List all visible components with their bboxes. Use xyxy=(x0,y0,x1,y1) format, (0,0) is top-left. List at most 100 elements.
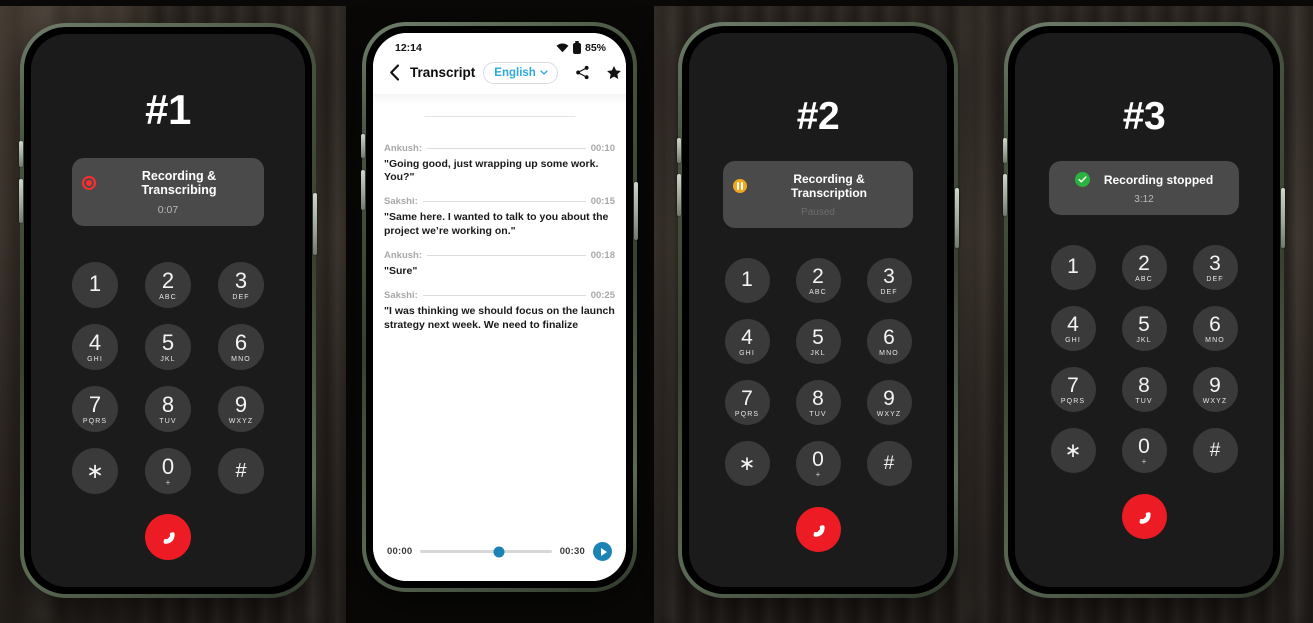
share-button[interactable] xyxy=(575,65,590,80)
play-icon xyxy=(600,547,607,556)
power-button[interactable] xyxy=(634,182,638,240)
power-button[interactable] xyxy=(1281,188,1285,248)
keypad-key[interactable]: 2 ABC xyxy=(145,262,191,308)
end-call-button[interactable] xyxy=(145,514,191,560)
key-letters: DEF xyxy=(232,293,250,301)
keypad-key[interactable]: 6 MNO xyxy=(218,324,264,370)
share-icon xyxy=(576,66,589,80)
keypad-key[interactable]: 1 xyxy=(724,258,770,303)
keypad-key[interactable]: 7 PQRS xyxy=(1050,367,1096,412)
keypad-key[interactable]: 8 TUV xyxy=(145,386,191,432)
recording-status-card-3: Recording & Transcription Paused xyxy=(723,161,913,228)
keypad-key[interactable]: # xyxy=(1192,428,1238,473)
back-button[interactable] xyxy=(385,64,402,81)
keypad-key[interactable]: 9 WXYZ xyxy=(1192,367,1238,412)
end-call-icon xyxy=(813,524,825,537)
keypad-key[interactable]: # xyxy=(218,448,264,494)
keypad-key[interactable]: 8 TUV xyxy=(795,380,841,425)
key-digit: 2 xyxy=(812,264,824,288)
keypad-key[interactable]: 1 xyxy=(1050,245,1096,290)
keypad-key[interactable]: ∗ xyxy=(1050,428,1096,473)
key-letters: + xyxy=(815,469,821,479)
transcript-text: "Sure" xyxy=(384,264,418,277)
keypad-key[interactable]: 9 WXYZ xyxy=(218,386,264,432)
end-call-button[interactable] xyxy=(795,507,841,552)
keypad-key[interactable]: 0 + xyxy=(795,441,841,486)
volume-up-button[interactable] xyxy=(1003,138,1007,163)
keypad-key[interactable]: 0 + xyxy=(1121,428,1167,473)
recording-status-row-1: Recording & Transcribing xyxy=(82,169,254,197)
key-digit: 1 xyxy=(88,271,102,296)
star-icon xyxy=(606,65,621,79)
phone-device-3: #2 Recording & Transcription Paused 1 2 … xyxy=(677,22,959,598)
end-call-icon xyxy=(1139,511,1151,524)
keypad-key[interactable]: 4 GHI xyxy=(72,324,118,370)
chevron-down-icon xyxy=(540,70,548,75)
keypad-key[interactable]: 8 TUV xyxy=(1121,367,1167,412)
keypad-key[interactable]: 2 ABC xyxy=(795,258,841,303)
phone-device-4: #3 Recording stopped 3:12 1 2 ABC 3 DEF … xyxy=(1003,22,1285,598)
keypad-key[interactable]: 1 xyxy=(72,262,118,308)
keypad-key[interactable]: 6 MNO xyxy=(866,319,912,364)
power-button[interactable] xyxy=(955,188,959,248)
keypad-key[interactable]: 9 WXYZ xyxy=(866,380,912,425)
power-button[interactable] xyxy=(313,193,317,255)
volume-down-button[interactable] xyxy=(677,174,681,216)
meta-rule xyxy=(427,147,586,149)
speaker-name: Sakshi: xyxy=(384,196,418,208)
transcript-entry: Sakshi: 00:15 "Same here. I wanted to ta… xyxy=(384,196,615,239)
status-bar-indicators: 85% xyxy=(556,42,606,54)
keypad-key[interactable]: 7 PQRS xyxy=(724,380,770,425)
keypad-key[interactable]: 0 + xyxy=(145,448,191,494)
volume-up-button[interactable] xyxy=(19,141,23,167)
end-call-button[interactable] xyxy=(1121,494,1167,539)
volume-down-button[interactable] xyxy=(1003,174,1007,216)
key-digit: 0 xyxy=(1138,434,1150,458)
volume-down-button[interactable] xyxy=(19,179,23,223)
key-digit: 4 xyxy=(1067,312,1079,336)
recording-status-card-1: Recording & Transcribing 0:07 xyxy=(72,158,264,226)
check-circle-icon xyxy=(1074,172,1090,187)
player-slider-thumb[interactable] xyxy=(493,546,505,557)
key-letters: MNO xyxy=(879,349,899,357)
keypad-key[interactable]: 4 GHI xyxy=(1050,306,1096,351)
keypad-key[interactable]: # xyxy=(866,441,912,486)
keypad-key[interactable]: 3 DEF xyxy=(866,258,912,303)
key-letters: MNO xyxy=(1205,336,1225,344)
status-bar: 12:14 85% xyxy=(373,33,626,56)
keypad-key[interactable]: 5 JKL xyxy=(795,319,841,364)
dialer-screen-3: #2 Recording & Transcription Paused 1 2 … xyxy=(689,33,947,587)
keypad-key[interactable]: 5 JKL xyxy=(145,324,191,370)
keypad-key[interactable]: 7 PQRS xyxy=(72,386,118,432)
transcript-screen: 12:14 85% Transcript English Ankush: 00:… xyxy=(373,33,626,581)
wifi-icon xyxy=(556,43,569,53)
keypad-3: 1 2 ABC 3 DEF 4 GHI 5 JKL 6 MNO 7 PQRS 8… xyxy=(724,258,912,486)
keypad-key[interactable]: 3 DEF xyxy=(1192,245,1238,290)
key-digit: 8 xyxy=(161,391,175,417)
timestamp: 00:10 xyxy=(590,142,615,154)
key-digit: 9 xyxy=(883,386,895,410)
favorite-button[interactable] xyxy=(606,65,622,81)
keypad-key[interactable]: 2 ABC xyxy=(1121,245,1167,290)
transcript-entry-meta: Ankush: 00:18 xyxy=(384,250,615,261)
volume-up-button[interactable] xyxy=(361,134,365,158)
volume-down-button[interactable] xyxy=(361,170,365,210)
dialer-screen-1: #1 Recording & Transcribing 0:07 1 2 ABC… xyxy=(31,34,305,587)
language-selector[interactable]: English xyxy=(483,62,558,84)
keypad-key[interactable]: 6 MNO xyxy=(1192,306,1238,351)
keypad-key[interactable]: 3 DEF xyxy=(218,262,264,308)
keypad-1: 1 2 ABC 3 DEF 4 GHI 5 JKL 6 MNO 7 PQRS 8… xyxy=(72,262,264,494)
recording-status-card-4: Recording stopped 3:12 xyxy=(1049,161,1239,215)
keypad-key[interactable]: ∗ xyxy=(72,448,118,494)
transcript-list[interactable]: Ankush: 00:10 "Going good, just wrapping… xyxy=(373,117,626,543)
transcript-text: "Same here. I wanted to talk to you abou… xyxy=(384,211,609,238)
phone-bezel-1: #1 Recording & Transcribing 0:07 1 2 ABC… xyxy=(24,27,312,594)
keypad-key[interactable]: 5 JKL xyxy=(1121,306,1167,351)
volume-up-button[interactable] xyxy=(677,138,681,163)
keypad-key[interactable]: 4 GHI xyxy=(724,319,770,364)
key-digit: 4 xyxy=(88,329,102,355)
key-digit: 0 xyxy=(812,447,824,471)
play-button[interactable] xyxy=(593,542,612,561)
player-progress-slider[interactable] xyxy=(420,546,552,557)
keypad-key[interactable]: ∗ xyxy=(724,441,770,486)
